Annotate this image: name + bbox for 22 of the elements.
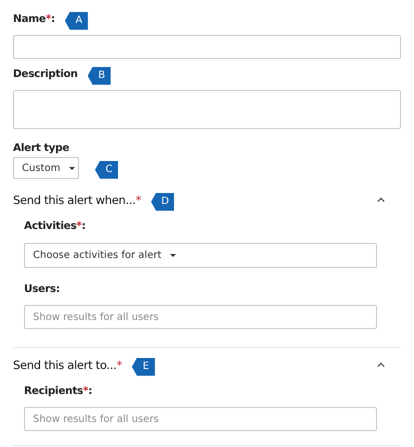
callout-tag: B [88, 66, 111, 85]
text-field[interactable]: Show results for all users [24, 407, 377, 431]
field-label: Description [13, 68, 78, 80]
chevron-icon[interactable] [377, 196, 385, 204]
callout-tag: A [64, 12, 88, 30]
dropdown[interactable]: Custom [13, 157, 79, 179]
field-label: Recipients*: [24, 385, 92, 397]
caret-icon [69, 166, 76, 170]
section-title: Send this alert when...* [13, 193, 142, 207]
section-title: Send this alert to...* [13, 358, 122, 372]
field-label: Users: [24, 283, 60, 295]
dropdown[interactable]: Choose activities for alert [24, 243, 377, 268]
chevron-icon[interactable] [377, 361, 385, 369]
callout-tag: E [132, 358, 155, 376]
field-label: Name*: [13, 13, 55, 25]
field-label: Activities*: [24, 220, 86, 232]
text-field[interactable] [13, 35, 401, 59]
text-field[interactable]: Show results for all users [24, 305, 377, 329]
callout-tag: D [151, 192, 174, 211]
callout-tag: C [95, 160, 118, 179]
field-label: Alert type [13, 142, 70, 154]
caret-icon [170, 254, 176, 257]
